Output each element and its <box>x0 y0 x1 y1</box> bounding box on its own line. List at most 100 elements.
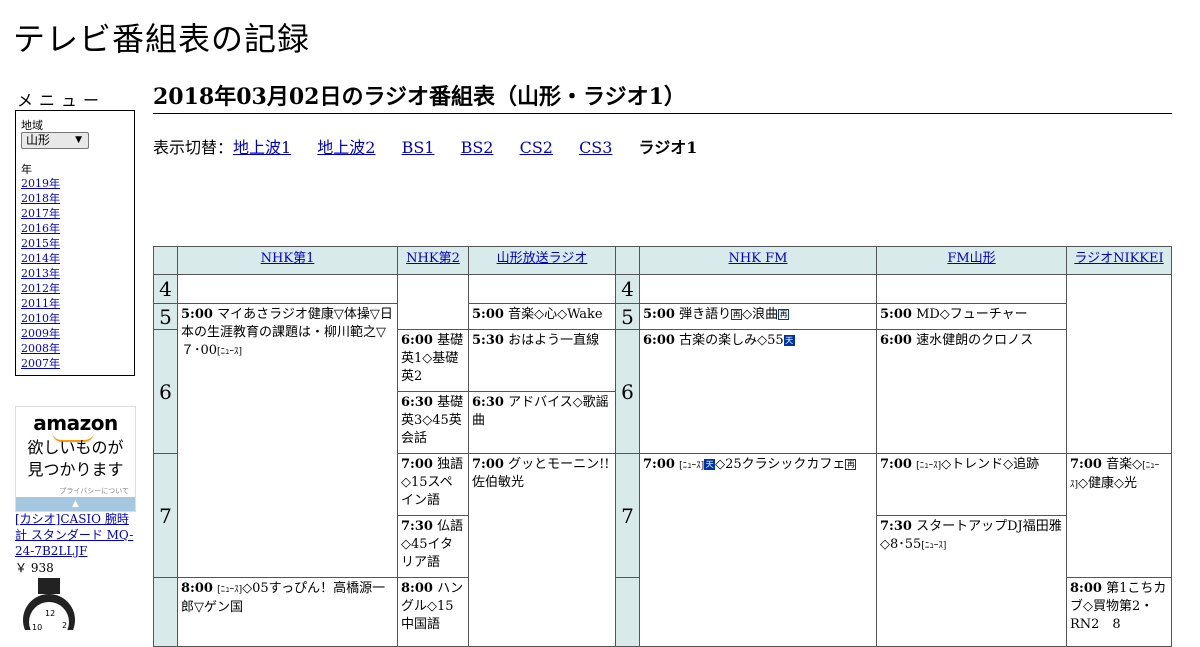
switch-link-cs2[interactable]: CS2 <box>520 138 553 157</box>
hour-label: 4 <box>615 274 640 304</box>
program-cell[interactable]: 7:00 [ﾆｭｰｽ] 天 ◇25クラシックカフェ再 <box>639 453 877 647</box>
program-cell[interactable]: 6:00 基礎英1◇基礎英2 <box>397 329 469 392</box>
program-empty <box>1066 274 1172 454</box>
year-link-2018[interactable]: 2018年 <box>21 191 60 206</box>
program-cell[interactable]: 7:30 スタートアップDJ福田雅◇8･55[ﾆｭｰｽ] <box>876 515 1067 647</box>
program-cell[interactable]: 7:00 [ﾆｭｰｽ]◇トレンド◇追跡 <box>876 453 1067 516</box>
ad-copy: 欲しいものが 見つかります <box>16 437 135 481</box>
program-title: 古楽の楽しみ◇55 <box>679 333 784 348</box>
program-title: ◇健康◇光 <box>1078 476 1138 491</box>
svg-text:12: 12 <box>45 609 55 618</box>
year-label: 年 <box>21 163 32 176</box>
year-link-2012[interactable]: 2012年 <box>21 281 60 296</box>
program-time: 7:00 <box>880 457 912 472</box>
program-cell[interactable]: 7:30 仏語◇45イタリア語 <box>397 515 469 578</box>
channel-link-nhk2[interactable]: NHK第2 <box>406 251 460 266</box>
channel-link-ybc[interactable]: 山形放送ラジオ <box>497 251 588 266</box>
program-time: 7:30 <box>880 519 912 534</box>
program-time: 8:00 <box>1070 581 1102 596</box>
year-link-2016[interactable]: 2016年 <box>21 221 60 236</box>
rebroadcast-icon: 再 <box>778 309 790 320</box>
menu-box: 地域 山形 ▼ 年 2019年 2018年 2017年 2016年 2015年 … <box>15 110 135 376</box>
program-time: 5:00 <box>472 307 504 322</box>
year-link-2010[interactable]: 2010年 <box>21 311 60 326</box>
program-title: おはよう一直線 <box>508 333 600 348</box>
hour-header-right <box>615 246 640 275</box>
program-time: 5:00 <box>181 307 213 322</box>
program-time: 6:00 <box>401 333 433 348</box>
ad-privacy-link[interactable]: プライバシーについて <box>59 486 129 496</box>
program-time: 7:30 <box>401 519 433 534</box>
channel-header: NHK第2 <box>397 246 469 275</box>
watch-product-image[interactable]: 10 12 2 <box>18 578 86 630</box>
year-link-2013[interactable]: 2013年 <box>21 266 60 281</box>
rebroadcast-icon: 再 <box>731 309 743 320</box>
program-title: MD◇フューチャー <box>916 307 1028 322</box>
product-link[interactable]: [カシオ]CASIO 腕時計 スタンダード MQ-24-7B2LLJF <box>15 511 137 559</box>
switch-link-bs2[interactable]: BS2 <box>461 138 494 157</box>
year-link-2009[interactable]: 2009年 <box>21 326 60 341</box>
program-cell[interactable]: 5:00 音楽◇心◇Wake <box>468 303 616 330</box>
year-link-2007[interactable]: 2007年 <box>21 356 60 371</box>
channel-link-nhk1[interactable]: NHK第1 <box>261 251 315 266</box>
switch-link-cs3[interactable]: CS3 <box>579 138 612 157</box>
svg-text:10: 10 <box>32 623 42 630</box>
program-cell[interactable]: 7:00 グッとモーニン!! 佐伯敏光 <box>468 453 616 647</box>
channel-link-nikkei[interactable]: ラジオNIKKEI <box>1074 251 1163 266</box>
product-price: ￥ 938 <box>15 561 54 575</box>
program-empty <box>639 274 877 304</box>
program-cell[interactable]: 7:00 独語◇15スペイン語 <box>397 453 469 516</box>
program-cell[interactable]: 6:00 古楽の楽しみ◇55 天 <box>639 329 877 454</box>
site-title: テレビ番組表の記録 <box>13 20 311 58</box>
hour-label <box>615 577 640 647</box>
program-empty <box>468 274 616 304</box>
channel-header: 山形放送ラジオ <box>468 246 616 275</box>
region-label: 地域 <box>21 119 43 132</box>
year-link-2015[interactable]: 2015年 <box>21 236 60 251</box>
switch-link-terrestrial1[interactable]: 地上波1 <box>233 138 291 157</box>
program-time: 5:00 <box>880 307 912 322</box>
amazon-ad-banner[interactable]: amazon 欲しいものが 見つかります プライバシーについて ▲ <box>15 406 136 512</box>
program-cell[interactable]: 6:30 アドバイス◇歌謡曲 <box>468 391 616 454</box>
channel-link-fmyamagata[interactable]: FM山形 <box>947 251 995 266</box>
news-tag: [ﾆｭｰｽ] <box>217 347 243 357</box>
year-link-2008[interactable]: 2008年 <box>21 341 60 356</box>
program-empty <box>177 274 398 304</box>
program-title: ◇トレンド◇追跡 <box>941 457 1040 472</box>
year-list: 2019年 2018年 2017年 2016年 2015年 2014年 2013… <box>21 176 60 371</box>
year-link-2017[interactable]: 2017年 <box>21 206 60 221</box>
program-time: 8:00 <box>401 581 433 596</box>
region-select[interactable]: 山形 ▼ <box>21 132 89 149</box>
switch-link-terrestrial2[interactable]: 地上波2 <box>317 138 375 157</box>
program-cell[interactable]: 6:30 基礎英3◇45英会話 <box>397 391 469 454</box>
news-tag: [ﾆｭｰｽ] <box>921 541 947 551</box>
ad-expand-bar[interactable]: ▲ <box>16 497 135 511</box>
switch-current-radio1: ラジオ1 <box>638 138 698 157</box>
year-link-2014[interactable]: 2014年 <box>21 251 60 266</box>
program-time: 7:00 <box>1070 457 1102 472</box>
chevron-down-icon: ▼ <box>75 135 82 145</box>
program-title: 弾き語り <box>679 307 732 322</box>
year-link-2019[interactable]: 2019年 <box>21 176 60 191</box>
caret-up-icon: ▲ <box>72 499 79 509</box>
news-tag: [ﾆｭｰｽ] <box>217 585 243 595</box>
program-cell[interactable]: 5:00 弾き語り再 ◇浪曲再 <box>639 303 877 330</box>
program-cell[interactable]: 6:00 速水健朗のクロノス <box>876 329 1067 454</box>
weather-icon: 天 <box>783 335 795 346</box>
program-cell[interactable]: 8:00 第1こちカブ◇買物第2・RN2 8 <box>1066 577 1172 647</box>
region-value: 山形 <box>26 133 51 147</box>
program-cell[interactable]: 7:00 音楽◇[ﾆｭｰｽ]◇健康◇光 <box>1066 453 1172 578</box>
svg-text:2: 2 <box>62 621 67 630</box>
channel-link-nhkfm[interactable]: NHK FM <box>729 251 788 266</box>
program-cell[interactable]: 5:00 マイあさラジオ健康▽体操▽日本の生涯教育の課題は・柳川範之▽７･00[… <box>177 303 398 578</box>
channel-header: NHK第1 <box>177 246 398 275</box>
program-time: 6:30 <box>472 395 504 410</box>
switch-label: 表示切替： <box>153 138 234 157</box>
program-cell[interactable]: 5:30 おはよう一直線 <box>468 329 616 392</box>
program-cell[interactable]: 5:00 MD◇フューチャー <box>876 303 1067 330</box>
switch-link-bs1[interactable]: BS1 <box>402 138 435 157</box>
program-cell[interactable]: 8:00 ハングル◇15中国語 <box>397 577 469 647</box>
program-cell[interactable]: 8:00 [ﾆｭｰｽ]◇05すっぴん！高橋源一郎▽ゲン国 <box>177 577 398 647</box>
channel-header: ラジオNIKKEI <box>1066 246 1172 275</box>
year-link-2011[interactable]: 2011年 <box>21 296 60 311</box>
